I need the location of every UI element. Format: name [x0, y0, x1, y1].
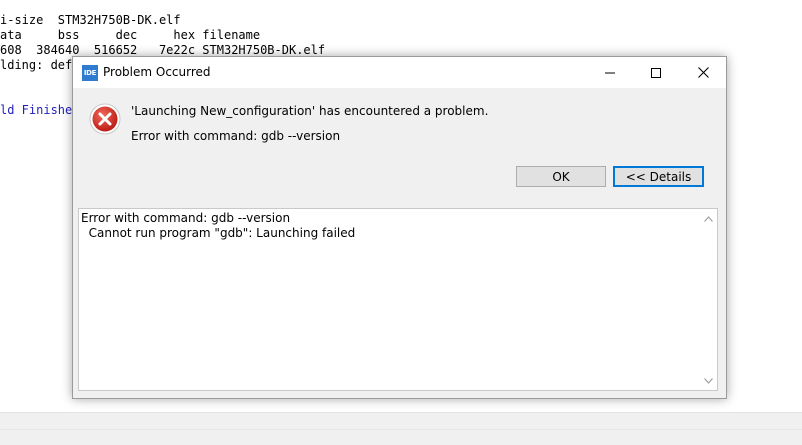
scroll-down-icon	[704, 377, 713, 384]
console-line: ata bss dec hex filename	[0, 28, 261, 42]
divider	[0, 429, 802, 430]
details-toggle-button[interactable]: << Details	[613, 166, 704, 187]
console-line: ld Finished	[0, 103, 80, 117]
dialog-titlebar[interactable]: IDE Problem Occurred	[73, 57, 726, 88]
maximize-button[interactable]	[633, 57, 679, 88]
error-message: 'Launching New_configuration' has encoun…	[131, 104, 489, 118]
maximize-icon	[651, 67, 661, 78]
ide-app-icon: IDE	[82, 65, 98, 81]
vertical-scrollbar[interactable]	[700, 209, 717, 390]
scroll-down-button[interactable]	[704, 376, 713, 385]
details-text: Error with command: gdb --version Cannot…	[81, 211, 356, 240]
close-icon	[697, 67, 709, 78]
error-icon	[89, 103, 121, 135]
minimize-icon	[605, 72, 615, 73]
console-line: lding: defa	[0, 58, 80, 72]
details-textarea[interactable]: Error with command: gdb --version Cannot…	[78, 208, 718, 391]
error-detail: Error with command: gdb --version	[131, 129, 341, 143]
scroll-up-icon	[704, 215, 713, 222]
close-button[interactable]	[680, 57, 726, 88]
minimize-button[interactable]	[587, 57, 633, 88]
ok-button[interactable]: OK	[516, 166, 606, 187]
problem-dialog: IDE Problem Occurred 'Launching New_conf…	[72, 56, 727, 399]
status-bar	[0, 412, 802, 445]
dialog-title: Problem Occurred	[103, 65, 211, 79]
console-line: i-size STM32H750B-DK.elf	[0, 13, 181, 27]
scroll-up-button[interactable]	[704, 214, 713, 223]
